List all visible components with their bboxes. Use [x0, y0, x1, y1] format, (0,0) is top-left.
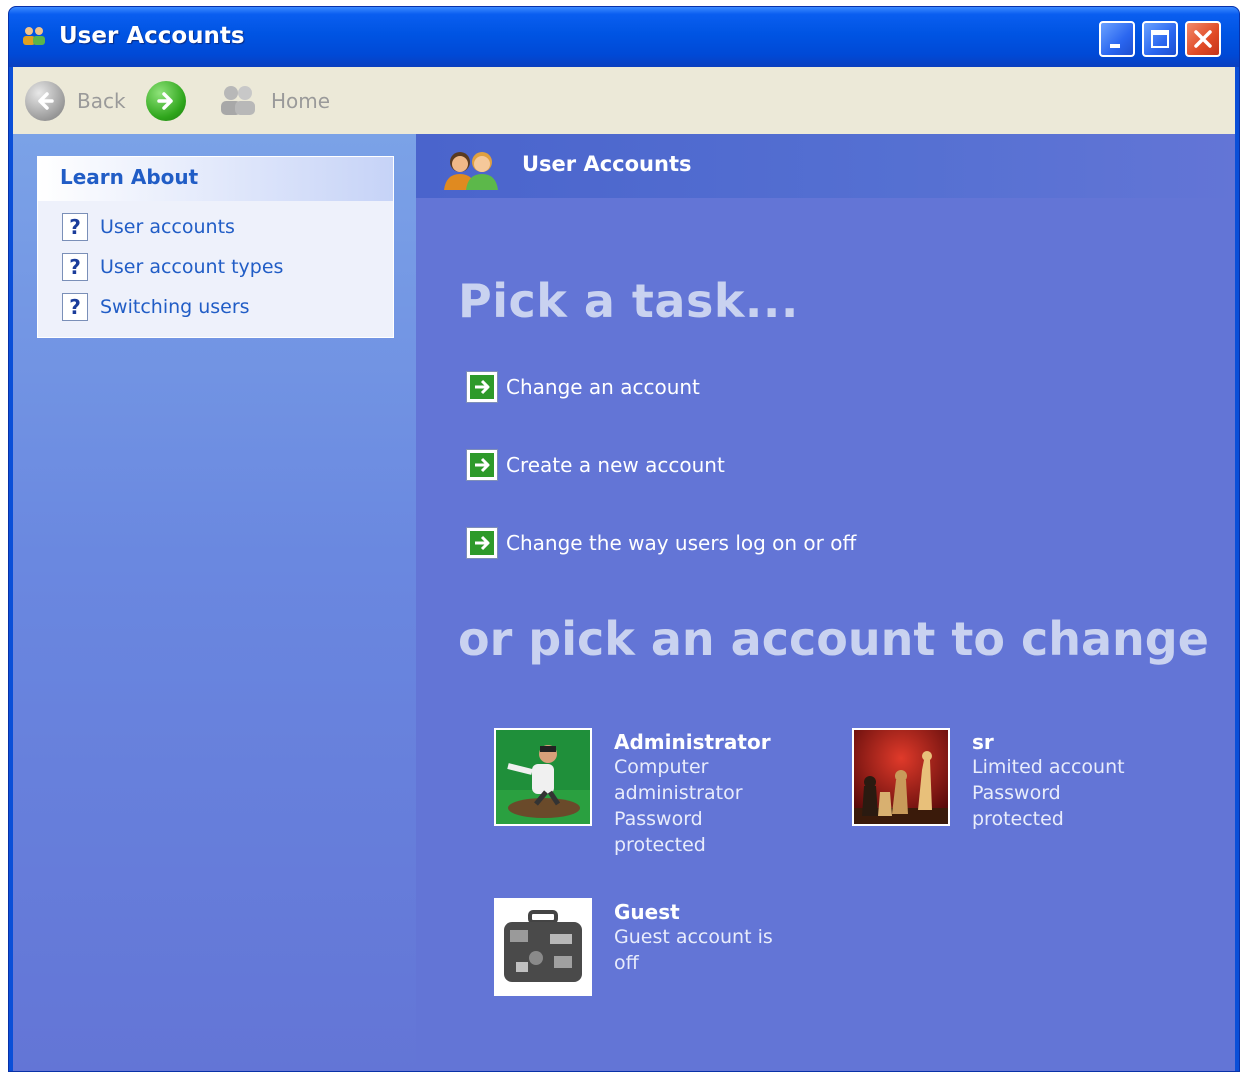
task-pane: Learn About ? User accounts ? User accou…: [13, 134, 416, 1071]
account-detail: Password: [972, 782, 1061, 804]
content-area: Learn About ? User accounts ? User accou…: [13, 134, 1235, 1071]
task-label: Create a new account: [506, 453, 725, 477]
home-users-icon: [221, 86, 255, 115]
forward-button[interactable]: [146, 81, 186, 121]
user-accounts-icon: [23, 27, 45, 45]
user-accounts-header-icon: [444, 152, 498, 190]
maximize-button[interactable]: [1142, 21, 1178, 57]
suitcase-picture: [494, 898, 592, 996]
chess-picture: [852, 728, 950, 826]
green-arrow-icon: [466, 371, 498, 403]
account-info: Guest Guest account is off: [614, 898, 794, 996]
task-change-account[interactable]: Change an account: [466, 371, 700, 403]
account-detail: Limited account: [972, 756, 1125, 778]
pick-task-heading: Pick a task...: [458, 274, 799, 328]
navigation-toolbar: Back Home: [13, 67, 1235, 134]
help-icon: ?: [62, 213, 88, 241]
account-name: Administrator: [614, 730, 771, 754]
learn-item-user-accounts[interactable]: ? User accounts: [62, 213, 235, 241]
green-arrow-icon: [466, 449, 498, 481]
task-create-account[interactable]: Create a new account: [466, 449, 725, 481]
window-title: User Accounts: [59, 23, 245, 49]
learn-item-label: User accounts: [100, 216, 235, 238]
account-guest[interactable]: Guest Guest account is off: [494, 898, 794, 996]
learn-item-switching-users[interactable]: ? Switching users: [62, 293, 250, 321]
account-info: sr Limited account Password protected: [972, 728, 1152, 832]
account-sr[interactable]: sr Limited account Password protected: [852, 728, 1152, 832]
account-detail: Guest account is: [614, 926, 773, 948]
task-change-logon[interactable]: Change the way users log on or off: [466, 527, 856, 559]
learn-item-label: Switching users: [100, 296, 250, 318]
back-button[interactable]: Back: [25, 81, 126, 121]
learn-item-user-account-types[interactable]: ? User account types: [62, 253, 283, 281]
task-label: Change an account: [506, 375, 700, 399]
close-button[interactable]: [1185, 21, 1221, 57]
account-detail: off: [614, 952, 639, 974]
back-label: Back: [77, 89, 126, 113]
back-arrow-icon: [25, 81, 65, 121]
account-detail: Password: [614, 808, 703, 830]
close-icon: [1194, 30, 1212, 48]
account-detail: Computer: [614, 756, 709, 778]
pick-account-heading: or pick an account to change: [458, 612, 1209, 666]
task-label: Change the way users log on or off: [506, 531, 857, 555]
account-administrator[interactable]: Administrator Computer administrator Pas…: [494, 728, 794, 858]
user-accounts-window: User Accounts Back Home Learn About ? Us…: [8, 6, 1240, 1072]
learn-about-box: Learn About ? User accounts ? User accou…: [37, 156, 394, 338]
learn-about-heading: Learn About: [38, 157, 393, 201]
header-band: User Accounts: [416, 134, 1235, 198]
help-icon: ?: [62, 253, 88, 281]
minimize-button[interactable]: [1099, 21, 1135, 57]
learn-item-label: User account types: [100, 256, 284, 278]
main-pane: User Accounts Pick a task... Change an a…: [416, 134, 1235, 1071]
forward-arrow-icon: [146, 81, 186, 121]
help-icon: ?: [62, 293, 88, 321]
green-arrow-icon: [466, 527, 498, 559]
minimize-icon: [1110, 44, 1120, 48]
account-name: sr: [972, 730, 994, 754]
account-info: Administrator Computer administrator Pas…: [614, 728, 794, 858]
title-bar[interactable]: User Accounts: [9, 7, 1239, 67]
header-title: User Accounts: [522, 152, 692, 176]
skateboarder-picture: [494, 728, 592, 826]
account-name: Guest: [614, 900, 680, 924]
home-button[interactable]: Home: [217, 83, 330, 119]
maximize-icon: [1151, 30, 1169, 48]
account-detail: administrator: [614, 782, 743, 804]
home-label: Home: [271, 89, 331, 113]
account-detail: protected: [972, 808, 1064, 830]
account-detail: protected: [614, 834, 706, 856]
